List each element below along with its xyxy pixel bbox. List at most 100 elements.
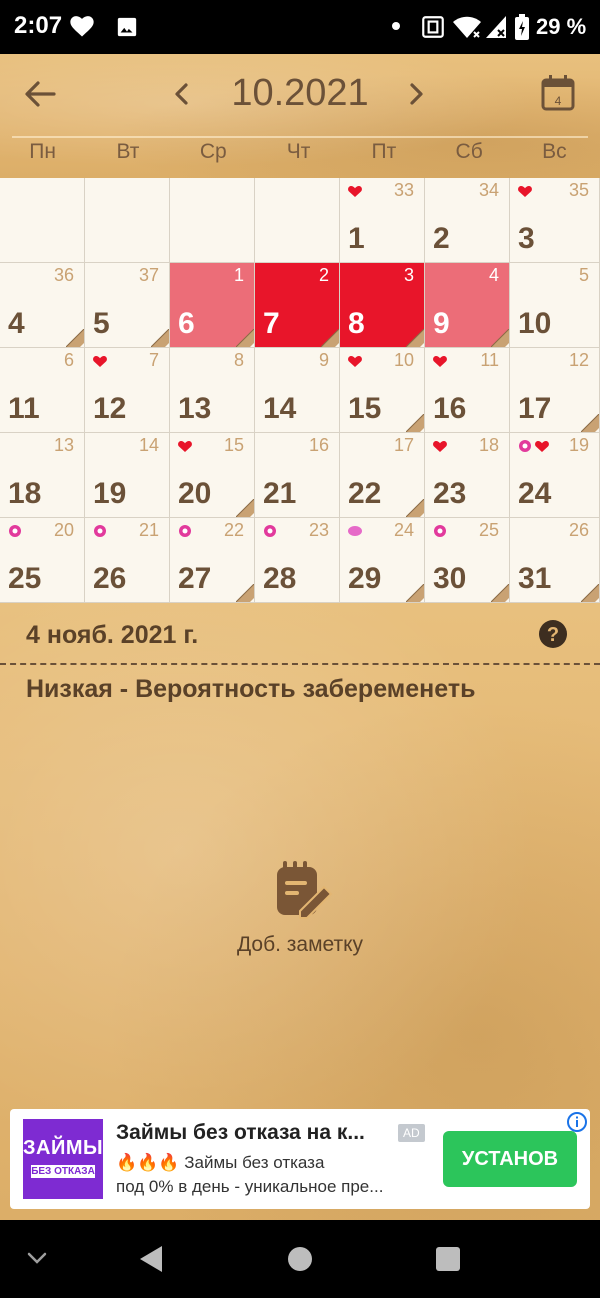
calendar-day-cell[interactable]: 12 17 <box>510 348 600 433</box>
heart-icon <box>518 186 532 197</box>
day-number: 31 <box>518 562 552 595</box>
day-number: 20 <box>178 477 212 510</box>
calendar-day-cell[interactable]: 18 23 <box>425 433 510 518</box>
calendar-day-cell[interactable]: 17 22 <box>340 433 425 518</box>
fertility-chance: Низкая - Вероятность забеременеть <box>26 675 476 703</box>
day-number: 8 <box>348 307 365 340</box>
calendar-day-cell[interactable]: 23 28 <box>255 518 340 603</box>
cycle-day-number: 37 <box>138 265 159 285</box>
cycle-day-number: 36 <box>53 265 74 285</box>
ad-install-button[interactable]: УСТАНОВ <box>443 1131 577 1187</box>
day-number: 23 <box>433 477 467 510</box>
month-title: 10.2021 <box>231 72 369 114</box>
prev-month-icon[interactable] <box>170 80 194 108</box>
ad-info-icon[interactable] <box>566 1111 588 1133</box>
weekday-label: Чт <box>286 140 311 163</box>
note-fold-icon <box>406 414 424 432</box>
calendar-day-cell[interactable]: 27 <box>255 263 340 348</box>
battery-percent: 29 % <box>536 14 587 39</box>
calendar-day-cell[interactable]: 36 4 <box>0 263 85 348</box>
calendar-day-cell[interactable]: 8 13 <box>170 348 255 433</box>
calendar-day-cell[interactable]: 37 5 <box>85 263 170 348</box>
cycle-day-number: 11 <box>480 350 499 370</box>
cycle-day-number: 15 <box>223 435 244 455</box>
day-number: 6 <box>178 307 195 340</box>
nav-home-icon[interactable] <box>288 1247 312 1271</box>
cycle-day-number: 34 <box>478 180 499 200</box>
day-number: 30 <box>433 562 467 595</box>
cycle-day-number: 13 <box>53 435 74 455</box>
day-number: 19 <box>93 477 127 510</box>
ovulation-flower-icon <box>94 525 106 537</box>
ovulation-flower-icon <box>264 525 276 537</box>
cycle-day-number: 6 <box>63 350 74 370</box>
next-month-icon[interactable] <box>404 80 428 108</box>
add-note-icon[interactable] <box>270 859 340 925</box>
help-icon[interactable]: ? <box>538 619 568 649</box>
nav-recents-icon[interactable] <box>436 1247 460 1271</box>
calendar-day-cell[interactable]: 15 20 <box>170 433 255 518</box>
cycle-day-number: 23 <box>308 520 329 540</box>
day-number: 3 <box>518 222 535 255</box>
heart-icon <box>535 441 549 452</box>
chevron-down-icon[interactable] <box>26 1248 48 1268</box>
calendar-day-cell[interactable]: 35 3 <box>510 178 600 263</box>
calendar-day-cell[interactable]: 38 <box>340 263 425 348</box>
heart-icon <box>70 16 94 37</box>
calendar-day-cell[interactable]: 13 18 <box>0 433 85 518</box>
ad-title[interactable]: Займы без отказа на к... <box>116 1121 396 1145</box>
ad-description: 🔥🔥🔥 Займы без отказа под 0% в день - уни… <box>116 1151 436 1199</box>
calendar-day-cell[interactable]: 26 31 <box>510 518 600 603</box>
fire-icon: 🔥🔥🔥 <box>116 1153 180 1172</box>
ad-banner[interactable]: ЗАЙМЫ БЕЗ ОТКАЗА Займы без отказа на к..… <box>10 1109 590 1209</box>
add-note-label[interactable]: Доб. заметку <box>200 933 400 957</box>
cycle-day-number: 2 <box>318 265 329 285</box>
calendar-day-cell[interactable]: 16 <box>170 263 255 348</box>
ovulation-flower-icon <box>434 525 446 537</box>
calendar-day-cell[interactable]: 25 30 <box>425 518 510 603</box>
calendar-empty-cell <box>0 178 85 263</box>
calendar-day-cell[interactable]: 14 19 <box>85 433 170 518</box>
note-fold-icon <box>66 329 84 347</box>
ad-image[interactable]: ЗАЙМЫ БЕЗ ОТКАЗА <box>23 1119 103 1199</box>
heart-icon <box>348 186 362 197</box>
nav-back-icon[interactable] <box>138 1244 164 1274</box>
calendar-day-cell[interactable]: 10 15 <box>340 348 425 433</box>
cycle-day-number: 26 <box>568 520 589 540</box>
back-arrow-icon[interactable] <box>22 76 58 112</box>
svg-text:?: ? <box>547 624 559 646</box>
calendar-day-cell[interactable]: 6 11 <box>0 348 85 433</box>
calendar-day-cell[interactable]: 7 12 <box>85 348 170 433</box>
calendar-day-cell[interactable]: 22 27 <box>170 518 255 603</box>
today-calendar-button[interactable]: 4 <box>540 74 576 112</box>
day-number: 24 <box>518 477 552 510</box>
nfc-icon <box>422 16 444 38</box>
day-number: 25 <box>8 562 42 595</box>
calendar-day-cell[interactable]: 34 2 <box>425 178 510 263</box>
calendar-day-cell[interactable]: 21 26 <box>85 518 170 603</box>
ad-image-line1: ЗАЙМЫ <box>23 1137 104 1159</box>
image-notification-icon <box>117 17 137 37</box>
calendar-day-cell[interactable]: 16 21 <box>255 433 340 518</box>
calendar-day-cell[interactable]: 24 29 <box>340 518 425 603</box>
note-fold-icon <box>581 414 599 432</box>
cycle-day-number: 9 <box>318 350 329 370</box>
cycle-day-number: 21 <box>138 520 159 540</box>
pill-icon <box>348 526 362 536</box>
weekday-label: Сб <box>455 140 483 163</box>
day-number: 7 <box>263 307 280 340</box>
calendar-day-cell[interactable]: 11 16 <box>425 348 510 433</box>
ovulation-flower-icon <box>519 440 531 452</box>
calendar-day-cell[interactable]: 33 1 <box>340 178 425 263</box>
calendar-day-cell[interactable]: 49 <box>425 263 510 348</box>
calendar-empty-cell <box>170 178 255 263</box>
calendar-day-cell[interactable]: 9 14 <box>255 348 340 433</box>
day-number: 22 <box>348 477 382 510</box>
calendar-day-cell[interactable]: 19 24 <box>510 433 600 518</box>
cycle-day-number: 35 <box>568 180 589 200</box>
day-number: 27 <box>178 562 212 595</box>
calendar-day-cell[interactable]: 5 10 <box>510 263 600 348</box>
weekday-row: Пн Вт Ср Чт Пт Сб Вс <box>0 140 600 174</box>
calendar-day-cell[interactable]: 20 25 <box>0 518 85 603</box>
cycle-day-number: 4 <box>488 265 499 285</box>
